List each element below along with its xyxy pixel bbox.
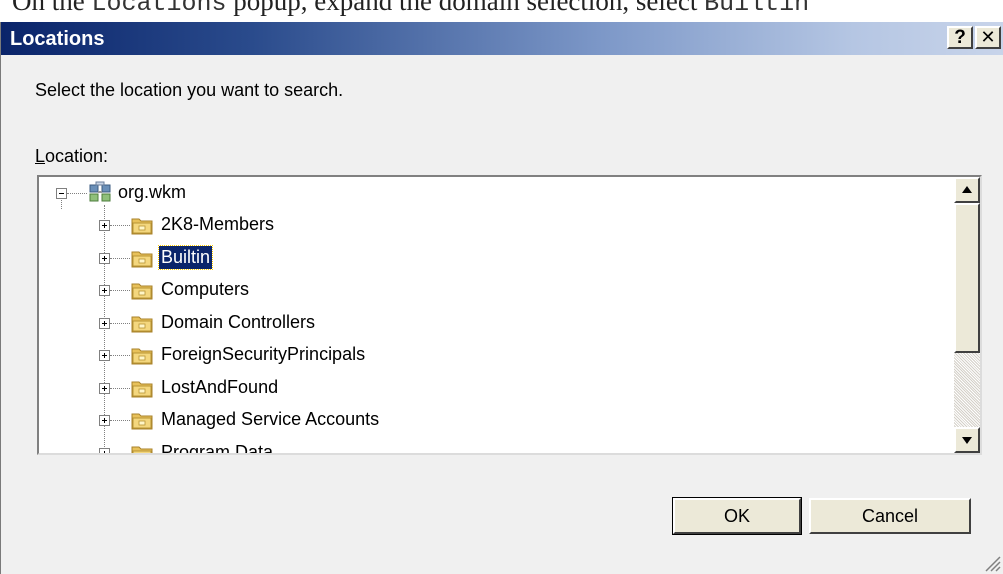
folder-icon <box>131 283 153 300</box>
expand-toggle[interactable] <box>99 317 110 329</box>
tree-node-root[interactable]: org.wkm <box>39 179 439 211</box>
folder-icon <box>131 316 153 332</box>
tree-connector <box>110 225 130 226</box>
tree-node-label: Computers <box>161 279 250 299</box>
tree-connector <box>110 420 130 421</box>
tree-node-label: LostAndFound <box>161 376 279 397</box>
tree-node-label: Managed Service Accounts <box>161 409 380 429</box>
caption-code-locations: Locations <box>91 0 227 18</box>
folder-icon <box>131 446 153 453</box>
tree-connector <box>110 257 130 259</box>
tree-connector <box>67 193 87 194</box>
tree-node-label: 2K8-Members <box>161 214 275 234</box>
tree-viewport: org.wkm 2K8-Members Builtin Computers Domai… <box>39 177 954 453</box>
domain-icon <box>89 181 111 202</box>
tree-connector <box>110 387 130 389</box>
tree-node[interactable]: LostAndFound <box>39 374 539 406</box>
tree-node[interactable]: Computers <box>39 276 539 308</box>
tree-node[interactable]: 2K8-Members <box>39 211 539 243</box>
expand-toggle[interactable] <box>99 285 110 296</box>
folder-icon <box>131 381 153 397</box>
location-label-accelerator: L <box>35 146 46 166</box>
tree-node[interactable]: ForeignSecurityPrincipals <box>39 341 539 373</box>
folder-icon <box>131 348 153 365</box>
tree-node[interactable]: Program Data <box>39 439 539 454</box>
vertical-scrollbar[interactable] <box>954 177 980 453</box>
tree-node-label: Program Data <box>161 441 274 454</box>
tree-node[interactable]: Builtin <box>39 244 539 276</box>
location-label: Location: <box>35 146 108 167</box>
expand-toggle[interactable] <box>99 220 110 231</box>
tree-node-label: Builtin <box>157 244 214 270</box>
locations-dialog: Locations ? ✕ Select the location you wa… <box>0 22 1003 574</box>
location-tree[interactable]: org.wkm 2K8-Members Builtin Computers Domai… <box>37 175 982 455</box>
folder-icon <box>131 413 153 430</box>
tree-node-label: ForeignSecurityPrincipals <box>161 344 366 364</box>
cancel-button[interactable]: Cancel <box>809 498 971 534</box>
close-button[interactable]: ✕ <box>975 26 1001 49</box>
expand-toggle[interactable] <box>99 415 110 426</box>
dialog-title: Locations <box>10 28 105 50</box>
help-button[interactable]: ? <box>947 26 973 49</box>
scroll-up-button[interactable] <box>954 177 980 203</box>
tree-connector <box>110 355 130 356</box>
tree-node-label: Domain Controllers <box>161 311 316 332</box>
tree-node-label: org.wkm <box>118 182 187 202</box>
tree-node[interactable]: Domain Controllers <box>39 309 539 341</box>
caption-prefix: On the <box>12 0 92 16</box>
instruction-caption: On the Locations popup, expand the domai… <box>0 0 1003 22</box>
tree-node[interactable]: Managed Service Accounts <box>39 406 539 438</box>
tree-connector <box>110 290 130 291</box>
expand-toggle[interactable] <box>99 252 110 264</box>
caption-middle: popup, expand the domain selection, sele… <box>226 0 705 16</box>
scroll-thumb[interactable] <box>954 203 980 353</box>
resize-grip-icon[interactable] <box>983 554 1001 572</box>
arrow-down-icon <box>962 437 972 444</box>
title-bar[interactable]: Locations ? ✕ <box>1 22 1003 55</box>
ok-button[interactable]: OK <box>673 498 801 534</box>
expand-toggle[interactable] <box>99 350 110 361</box>
folder-icon <box>131 218 153 235</box>
expand-toggle[interactable] <box>99 382 110 394</box>
caption-code-builtin: Builtin <box>704 0 810 18</box>
location-label-text: ocation: <box>45 146 109 166</box>
scroll-down-button[interactable] <box>954 427 980 453</box>
dialog-prompt: Select the location you want to search. <box>35 80 344 100</box>
caption-text: On the Locations popup, expand the domai… <box>12 0 809 18</box>
tree-connector <box>110 322 130 324</box>
arrow-up-icon <box>962 186 972 193</box>
folder-icon <box>131 251 153 267</box>
expand-toggle[interactable] <box>99 447 110 453</box>
collapse-toggle[interactable] <box>56 188 67 199</box>
tree-connector <box>110 452 130 453</box>
